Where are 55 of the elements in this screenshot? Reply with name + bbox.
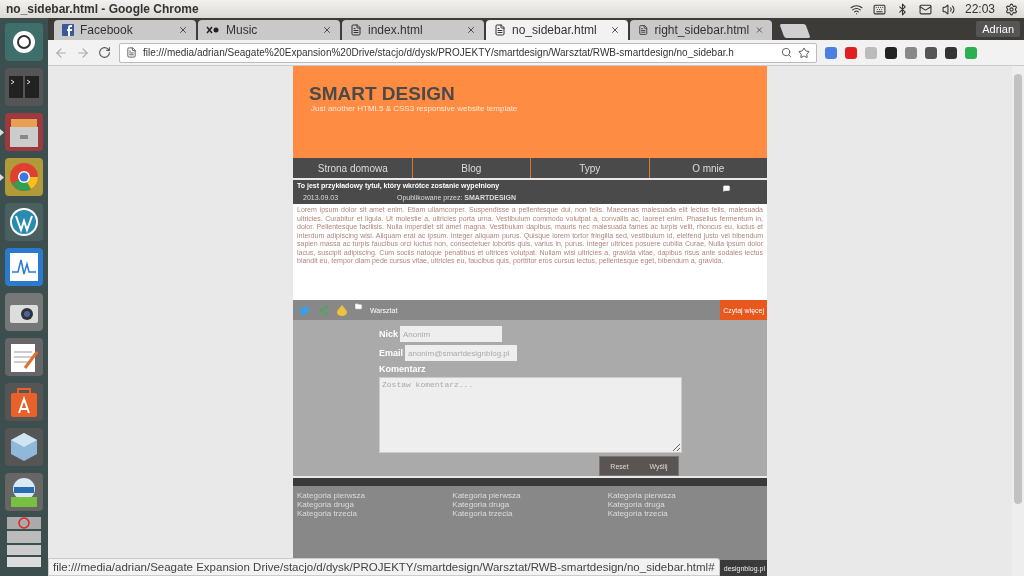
nick-input[interactable]: Anonim: [400, 326, 502, 342]
reload-icon[interactable]: [98, 46, 111, 59]
close-icon[interactable]: [322, 25, 332, 35]
volume-icon[interactable]: [941, 2, 955, 16]
keyboard-icon[interactable]: [872, 2, 886, 16]
nav-link[interactable]: Blog: [411, 158, 530, 178]
close-icon[interactable]: [178, 25, 188, 35]
nav-link[interactable]: Strona domowa: [293, 158, 412, 178]
shopping-bag-icon[interactable]: [5, 383, 43, 421]
page-icon: [494, 24, 506, 36]
folder-icon: [355, 303, 362, 310]
page-icon: [350, 24, 362, 36]
nav-link[interactable]: O mnie: [648, 158, 767, 178]
site-tagline: Just another HTML5 & CSS3 responsive website template: [311, 104, 519, 113]
scrollbar-thumb[interactable]: [1014, 74, 1022, 504]
circle-logo-icon[interactable]: [5, 23, 43, 61]
email-input[interactable]: anonim@smartdesignblog.pl: [405, 345, 517, 361]
browser-tab[interactable]: Facebook: [54, 20, 196, 40]
system-monitor-icon[interactable]: [5, 248, 43, 286]
field-label: Nick: [379, 329, 398, 339]
browser-tab[interactable]: index.html: [342, 20, 484, 40]
comment-textarea[interactable]: Zostaw komentarz...: [379, 377, 682, 454]
cube-icon[interactable]: [5, 428, 43, 466]
extension-icon[interactable]: [945, 46, 957, 59]
field-label: Komentarz: [379, 364, 427, 374]
f-logo-icon: [62, 24, 74, 36]
new-tab-button[interactable]: [779, 24, 811, 38]
nav-link[interactable]: Typy: [530, 158, 649, 178]
zoom-icon[interactable]: [781, 47, 792, 58]
settings-icon[interactable]: [1005, 2, 1018, 16]
page-icon: [126, 47, 137, 58]
status-url: file:///media/adrian/Seagate Expansion Drive/stacjo/d/dysk/PROJEKTY/smartdesign/Warsztat/RWB-smartdesign/no_sidebar.html#: [53, 561, 715, 573]
wifi-icon[interactable]: [849, 2, 863, 16]
file-cabinet-icon[interactable]: [5, 113, 43, 151]
camera-icon[interactable]: [5, 293, 43, 331]
site-title: SMART DESIGN: [309, 84, 456, 104]
browser-tab[interactable]: right_sidebar.html: [630, 20, 772, 40]
extension-icon[interactable]: [925, 46, 937, 59]
address-bar[interactable]: file:///media/adrian/Seagate%20Expansion%20Drive/stacjo/d/dysk/PROJEKTY/smartdesign/Warsztat/RWB-smartdesign/no_sidebar.h: [119, 42, 817, 63]
notepad-icon[interactable]: [5, 338, 43, 376]
browser-icon[interactable]: [5, 158, 43, 196]
page-icon: [638, 24, 649, 36]
comment-icon[interactable]: [723, 185, 730, 192]
window-title: no_sidebar.html - Google Chrome: [6, 2, 200, 16]
profile-button[interactable]: Adrian: [976, 21, 1020, 37]
bookmark-star-icon[interactable]: [798, 46, 810, 59]
close-icon[interactable]: [610, 25, 620, 35]
stacked-launcher-icons-drawing[interactable]: [5, 517, 43, 567]
clock[interactable]: 22:03: [964, 2, 995, 16]
browser-tab[interactable]: no_sidebar.html: [486, 20, 628, 40]
browser-tab[interactable]: Music: [198, 20, 340, 40]
mail-icon[interactable]: [918, 2, 932, 16]
field-label: Email: [379, 348, 403, 358]
close-icon[interactable]: [466, 25, 476, 35]
extension-icon[interactable]: [885, 46, 897, 59]
